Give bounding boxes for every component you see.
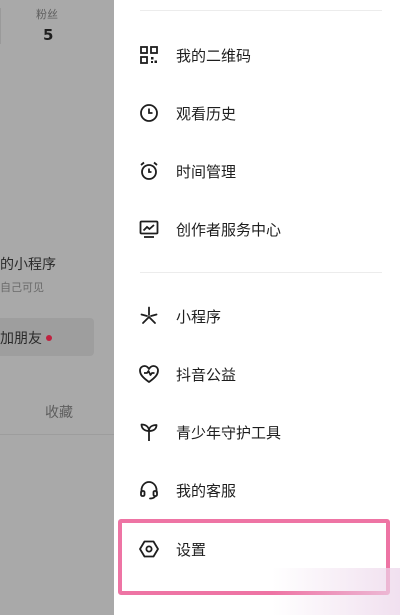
notification-dot (46, 335, 52, 341)
menu-item-youth-protection[interactable]: 青少年守护工具 (138, 412, 388, 452)
menu-item-label: 时间管理 (176, 163, 237, 181)
menu-item-label: 小程序 (176, 308, 222, 326)
menu-item-label: 创作者服务中心 (176, 221, 282, 239)
menu-item-label: 抖音公益 (176, 366, 237, 384)
headset-icon (138, 479, 160, 501)
qr-code-icon (138, 44, 160, 66)
menu-item-label: 我的客服 (176, 482, 237, 500)
add-friend-button[interactable]: 加朋友 (0, 318, 94, 356)
watermark (272, 568, 400, 615)
menu-divider-top (140, 10, 382, 11)
monitor-chart-icon (138, 218, 160, 240)
menu-divider-middle (140, 272, 382, 273)
stats-divider (0, 8, 1, 44)
add-friend-label: 加朋友 (0, 331, 42, 347)
menu-item-label: 青少年守护工具 (176, 424, 282, 442)
mini-program-title: 的小程序 (0, 257, 56, 273)
fans-label: 粉丝 (36, 8, 58, 21)
menu-item-qr-code[interactable]: 我的二维码 (138, 35, 388, 75)
menu-item-charity[interactable]: 抖音公益 (138, 354, 388, 394)
tab-divider (0, 434, 114, 435)
menu-item-mini-programs[interactable]: 小程序 (138, 296, 388, 336)
menu-item-label: 我的二维码 (176, 47, 252, 65)
charity-heart-icon (138, 363, 160, 385)
clock-icon (138, 102, 160, 124)
asterisk-icon (138, 305, 160, 327)
menu-item-label: 观看历史 (176, 105, 237, 123)
favorites-tab[interactable]: 收藏 (45, 402, 73, 422)
menu-item-creator-center[interactable]: 创作者服务中心 (138, 209, 388, 249)
profile-page-background: 粉丝 5 的小程序 自己可见 加朋友 收藏 (0, 0, 114, 615)
menu-item-watch-history[interactable]: 观看历史 (138, 93, 388, 133)
fans-count: 5 (43, 26, 54, 44)
menu-item-customer-service[interactable]: 我的客服 (138, 470, 388, 510)
alarm-clock-icon (138, 160, 160, 182)
mini-program-subtitle: 自己可见 (0, 281, 44, 294)
menu-item-time-management[interactable]: 时间管理 (138, 151, 388, 191)
sprout-icon (138, 421, 160, 443)
